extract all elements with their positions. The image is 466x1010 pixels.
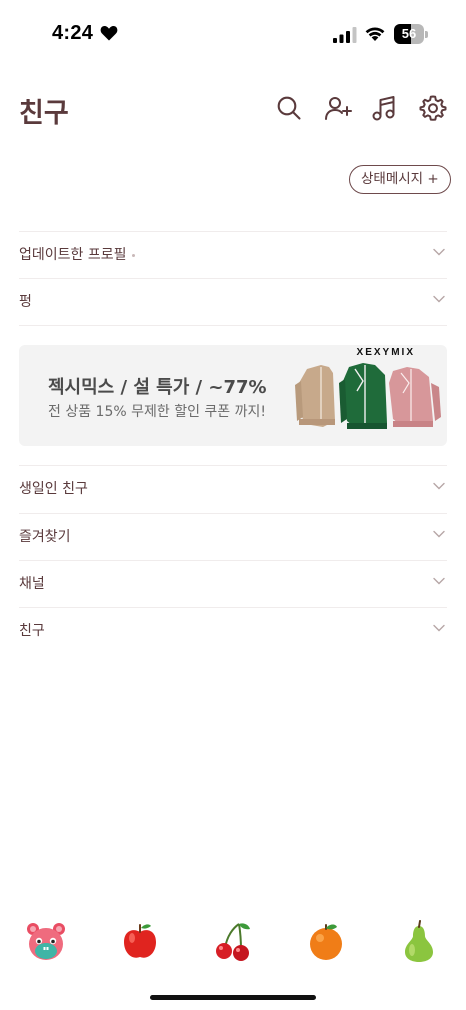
section-label: 생일인 친구 [19,481,88,497]
section-label: 채널 [19,576,45,592]
home-indicator [150,995,316,1000]
music-icon[interactable] [370,94,398,122]
orange-tab-icon[interactable] [304,920,348,964]
divider [19,325,447,326]
status-time: 4:24 [52,22,94,44]
section-label: 펑 [19,294,32,310]
chevron-down-icon [433,530,445,538]
signal-icon [333,27,357,43]
section-friends[interactable]: 친구 [19,607,447,653]
page-title: 친구 [19,98,69,129]
chevron-down-icon [433,624,445,632]
battery-level: 56 [401,26,417,41]
apple-tab-icon[interactable] [118,920,162,964]
character-tab-icon[interactable] [24,920,68,964]
section-birthday-friends[interactable]: 생일인 친구 [19,465,447,511]
ad-brand-logo: XEXYMIX [356,347,415,358]
pear-tab-icon[interactable] [397,920,441,964]
section-label: 업데이트한 프로필 [19,244,135,264]
section-channels[interactable]: 채널 [19,560,447,606]
section-favorites[interactable]: 즐겨찾기 [19,513,447,559]
ad-subtitle: 전 상품 15% 무제한 할인 쿠폰 까지! [48,404,266,420]
status-bar: 4:24 56 [0,0,466,70]
add-friend-icon[interactable] [324,94,352,122]
section-label: 친구 [19,623,45,639]
ad-banner[interactable]: 젝시믹스 / 설 특가 / ~77% 전 상품 15% 무제한 할인 쿠폰 까지… [19,345,447,446]
chevron-down-icon [433,248,445,256]
chevron-down-icon [433,577,445,585]
jacket-product-image [295,363,441,429]
battery-icon: 56 [394,24,428,44]
cherry-tab-icon[interactable] [211,920,255,964]
chevron-down-icon [433,482,445,490]
ad-title: 젝시믹스 / 설 특가 / ~77% [48,377,267,398]
status-message-button[interactable]: 상태메시지 + [349,165,451,194]
settings-icon[interactable] [419,94,447,122]
search-icon[interactable] [275,94,303,122]
wifi-icon [365,27,385,41]
section-updated-profiles[interactable]: 업데이트한 프로필 [19,231,447,277]
section-label: 즐겨찾기 [19,529,71,545]
heart-icon [100,26,118,41]
section-pung[interactable]: 펑 [19,278,447,324]
chevron-down-icon [433,295,445,303]
